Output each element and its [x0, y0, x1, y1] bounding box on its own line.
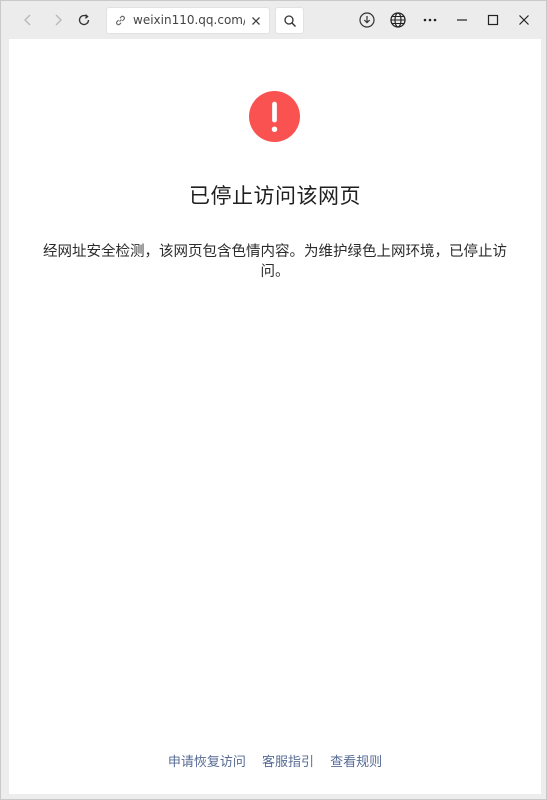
- warning-icon: [249, 91, 300, 142]
- reload-button[interactable]: [71, 7, 97, 33]
- close-window-button[interactable]: [511, 7, 537, 33]
- link-icon: [116, 15, 125, 26]
- window-bottom-edge: [1, 794, 546, 799]
- chevron-left-icon: [24, 14, 31, 26]
- footer-links: 申请恢复访问 客服指引 查看规则: [9, 751, 541, 770]
- maximize-button[interactable]: [480, 7, 506, 33]
- request-restore-link[interactable]: 申请恢复访问: [168, 751, 246, 770]
- page-title: 已停止访问该网页: [189, 184, 361, 208]
- browser-window: weixin110.qq.com/c 已停止访问该网页 经网址安全检测，该网页包…: [0, 0, 547, 800]
- minimize-button[interactable]: [449, 7, 475, 33]
- browser-toolbar: weixin110.qq.com/c: [1, 1, 546, 39]
- url-text[interactable]: weixin110.qq.com/c: [133, 13, 245, 27]
- back-button[interactable]: [15, 7, 41, 33]
- forward-button[interactable]: [45, 7, 71, 33]
- more-icon: [423, 18, 437, 22]
- reload-icon: [78, 14, 90, 26]
- globe-button[interactable]: [385, 7, 411, 33]
- globe-icon: [390, 12, 406, 28]
- more-button[interactable]: [417, 7, 443, 33]
- download-icon: [359, 12, 375, 28]
- customer-service-link[interactable]: 客服指引: [262, 751, 314, 770]
- download-button[interactable]: [354, 7, 380, 33]
- chevron-right-icon: [55, 14, 62, 26]
- page-content: 已停止访问该网页 经网址安全检测，该网页包含色情内容。为维护绿色上网环境，已停止…: [9, 39, 541, 794]
- search-button[interactable]: [275, 7, 304, 34]
- close-icon: [519, 15, 529, 25]
- view-rules-link[interactable]: 查看规则: [330, 751, 382, 770]
- maximize-icon: [487, 14, 499, 26]
- search-icon: [283, 14, 296, 27]
- minimize-icon: [457, 19, 467, 21]
- clear-url-icon[interactable]: [248, 13, 264, 29]
- address-bar[interactable]: weixin110.qq.com/c: [106, 7, 270, 34]
- block-description: 经网址安全检测，该网页包含色情内容。为维护绿色上网环境，已停止访问。: [43, 244, 507, 280]
